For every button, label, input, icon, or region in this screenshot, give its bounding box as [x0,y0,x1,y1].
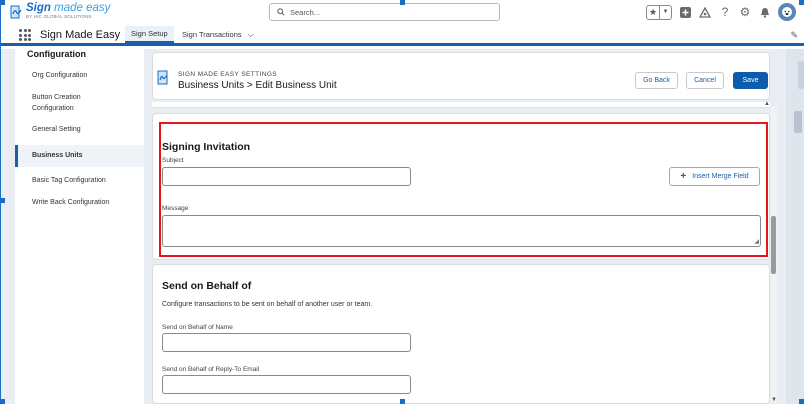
sidebar-title: Configuration [27,49,86,59]
logo-title: Sign made easy [26,2,111,14]
scroll-down-icon[interactable]: ▼ [771,397,777,403]
tab-label: Sign Setup [131,29,168,38]
behalf-reply-label: Send on Behalf of Reply-To Email [162,366,260,373]
add-icon[interactable] [678,5,692,19]
avatar[interactable] [778,3,796,21]
insert-merge-field-button[interactable]: + Insert Merge Field [669,167,760,186]
page-body: Configuration Org Configuration Button C… [0,49,804,404]
chevron-down-icon[interactable]: ⌵ [248,30,254,40]
behalf-reply-input[interactable] [162,375,411,394]
go-back-button[interactable]: Go Back [635,72,678,89]
settings-doc-icon [157,70,168,85]
search-input[interactable] [290,7,490,17]
app-nav-bar: Sign Made Easy Sign Setup Sign Transacti… [0,26,804,46]
section-title-send-on-behalf: Send on Behalf of [162,280,252,292]
star-icon[interactable]: ★ [647,6,659,19]
sidebar-item-write-back-configuration[interactable]: Write Back Configuration [15,197,144,208]
signing-invitation-card: Signing Invitation Subject + Insert Merg… [152,113,770,260]
behalf-name-input[interactable] [162,333,411,352]
section-divider: ▲ [152,101,770,108]
scroll-up-icon[interactable]: ▲ [764,101,770,107]
app-logo[interactable]: Sign made easy BY HIC GLOBAL SOLUTIONS [9,2,110,20]
scrollbar[interactable]: ▼ [771,106,777,403]
page-title: Business Units > Edit Business Unit [178,80,337,91]
help-icon[interactable]: ? [718,5,732,19]
logo-icon [10,5,22,19]
panel-tab[interactable] [798,61,804,89]
collapse-panel-tab[interactable] [794,111,802,133]
message-textarea[interactable]: ◢ [162,215,761,247]
subject-label: Subject [162,157,184,164]
sidebar-item-org-configuration[interactable]: Org Configuration [15,70,144,81]
tab-sign-transactions[interactable]: Sign Transactions ⌵ [176,26,260,43]
selection-handle[interactable] [799,399,804,404]
app-launcher-icon[interactable] [19,29,31,41]
selection-handle[interactable] [0,0,5,5]
global-search[interactable] [269,3,500,21]
selection-handle[interactable] [0,198,5,203]
sidebar-item-general-setting[interactable]: General Setting [15,124,144,135]
main-content: SIGN MADE EASY SETTINGS Business Units >… [152,52,770,404]
cancel-button[interactable]: Cancel [686,72,724,89]
page-eyebrow: SIGN MADE EASY SETTINGS [178,71,278,78]
subject-input[interactable] [162,167,411,186]
send-on-behalf-card: Send on Behalf of Configure transactions… [152,264,770,404]
bell-icon[interactable] [758,5,772,19]
utility-rail [786,49,804,404]
behalf-name-label: Send on Behalf of Name [162,324,233,331]
favorites-group[interactable]: ★ ▼ [646,4,672,20]
scrollbar-thumb[interactable] [771,216,776,274]
search-icon [277,8,285,16]
selection-handle[interactable] [400,0,405,5]
selection-handle[interactable] [799,0,804,5]
resize-handle-icon[interactable]: ◢ [754,238,759,245]
edit-nav-icon[interactable]: ✎ [790,30,798,41]
avatar-icon [782,7,792,17]
tab-label: Sign Transactions [182,30,242,39]
logo-subtitle: BY HIC GLOBAL SOLUTIONS [26,14,92,19]
selection-handle[interactable] [400,399,405,404]
app-name: Sign Made Easy [40,29,121,41]
gear-icon[interactable]: ⚙ [738,5,752,19]
message-label: Message [162,205,189,212]
plus-icon: + [680,170,687,182]
config-sidebar: Configuration Org Configuration Button C… [15,49,144,404]
merge-button-label: Insert Merge Field [692,173,749,180]
selection-handle[interactable] [0,399,5,404]
section-title-signing-invitation: Signing Invitation [162,141,251,153]
tab-sign-setup[interactable]: Sign Setup [125,26,174,43]
sidebar-item-basic-tag-configuration[interactable]: Basic Tag Configuration [15,175,144,186]
sidebar-item-business-units[interactable]: Business Units [15,145,144,167]
sidebar-item-button-creation-configuration[interactable]: Button Creation Configuration [15,92,115,114]
send-on-behalf-description: Configure transactions to be sent on beh… [162,301,373,308]
page-header: SIGN MADE EASY SETTINGS Business Units >… [152,52,770,100]
trailhead-icon[interactable] [698,5,712,19]
chevron-down-icon[interactable]: ▼ [659,5,671,19]
save-button[interactable]: Save [733,72,768,89]
